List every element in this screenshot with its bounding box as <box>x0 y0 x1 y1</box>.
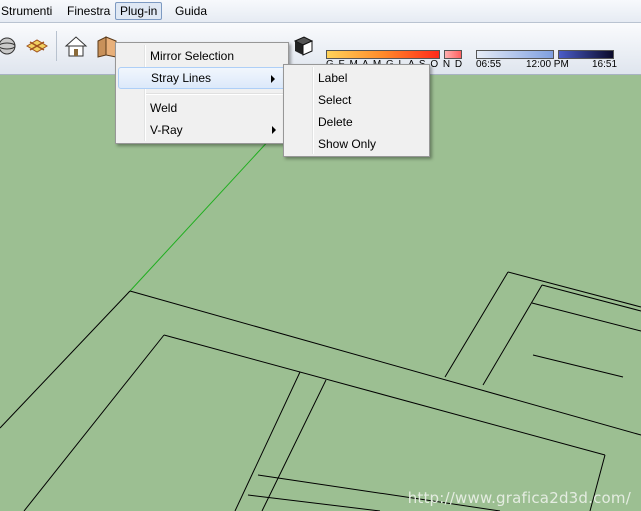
edge <box>0 290 131 429</box>
edge <box>532 354 624 378</box>
submenu-arrow-icon <box>272 126 276 134</box>
menu-item-weld[interactable]: Weld <box>118 97 286 119</box>
time-noon-label: 12:00 PM <box>526 59 569 70</box>
watermark: http://www.grafica2d3d.com/ <box>407 489 631 507</box>
edge <box>247 494 381 511</box>
menu-item-select[interactable]: Select <box>286 89 427 111</box>
menu-item-v-ray[interactable]: V-Ray <box>118 119 286 141</box>
edge <box>234 371 301 511</box>
orbit-icon[interactable] <box>0 33 20 59</box>
menu-guida[interactable]: Guida <box>170 2 212 20</box>
section-plane-icon[interactable] <box>24 33 50 59</box>
toolbar-separator <box>56 31 57 61</box>
menu-item-label[interactable]: Label <box>286 67 427 89</box>
menu-finestra[interactable]: Finestra <box>62 2 115 20</box>
green-axis-line <box>129 136 273 292</box>
date-slider[interactable] <box>326 50 440 59</box>
menu-item-mirror-selection[interactable]: Mirror Selection <box>118 45 286 67</box>
time-slider-end[interactable] <box>558 50 614 59</box>
menu-item-stray-lines[interactable]: Stray Lines <box>118 67 286 89</box>
menu-item-delete[interactable]: Delete <box>286 111 427 133</box>
house-icon[interactable] <box>63 33 89 59</box>
edge <box>541 284 641 312</box>
menu-strumenti[interactable]: Strumenti <box>0 2 57 20</box>
time-slider[interactable] <box>476 50 554 59</box>
edge <box>261 379 327 511</box>
menu-item-label: V-Ray <box>150 123 183 137</box>
time-end-label: 16:51 <box>592 59 618 70</box>
stray-lines-submenu: Label Select Delete Show Only <box>283 64 430 157</box>
edge <box>482 284 543 386</box>
edge <box>23 334 165 511</box>
edge <box>163 334 606 456</box>
menu-separator <box>146 93 286 95</box>
menu-item-show-only[interactable]: Show Only <box>286 133 427 155</box>
submenu-arrow-icon <box>271 75 275 83</box>
edge <box>444 271 509 378</box>
plugin-menu: Mirror Selection Stray Lines Weld V-Ray <box>115 42 289 144</box>
menu-item-label: Stray Lines <box>151 71 212 85</box>
menu-bar: Strumenti Finestra Plug-in Guida <box>0 0 641 23</box>
time-start-label: 06:55 <box>476 59 502 70</box>
menu-plug-in[interactable]: Plug-in <box>115 2 163 20</box>
edge <box>507 271 641 308</box>
date-slider-end[interactable] <box>444 50 462 59</box>
